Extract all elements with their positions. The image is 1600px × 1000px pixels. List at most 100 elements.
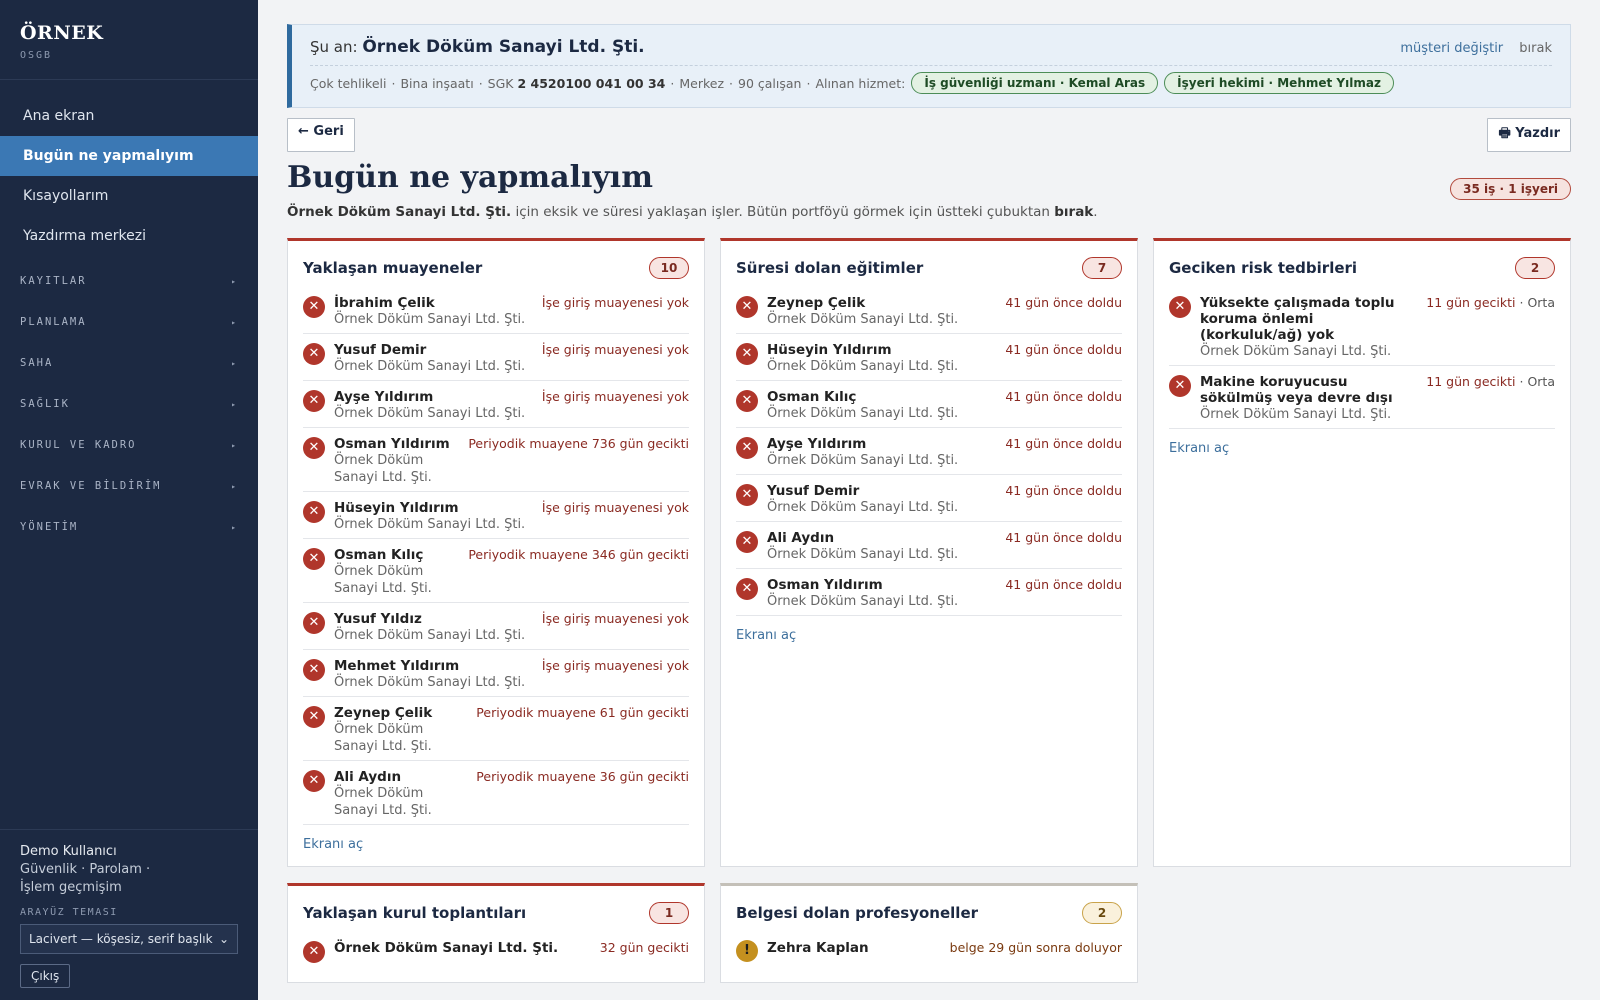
- cards-grid-second: Yaklaşan kurul toplantıları 1 ✕ Örnek Dök…: [287, 883, 1571, 983]
- item-status: İşe giriş muayenesi yok: [541, 611, 689, 626]
- nav-group-documents[interactable]: EVRAK VE BİLDİRİM ▸: [0, 466, 258, 507]
- list-item[interactable]: ✕ Makine koruyucusu sökülmüş veya devre d…: [1169, 366, 1555, 429]
- card-title: Belgesi dolan profesyoneller: [736, 904, 979, 922]
- change-customer-link[interactable]: müşteri değiştir: [1400, 41, 1503, 56]
- item-company: Örnek Döküm Sanayi Ltd. Şti.: [334, 628, 526, 643]
- list-item[interactable]: ✕ Yusuf Demir Örnek Döküm Sanayi Ltd. Şti.…: [303, 334, 689, 381]
- close-circle-icon: ✕: [303, 706, 325, 728]
- close-circle-icon: ✕: [303, 437, 325, 459]
- close-circle-icon: ✕: [736, 484, 758, 506]
- item-name: Mehmet Yıldırım: [334, 658, 460, 674]
- card-meetings: Yaklaşan kurul toplantıları 1 ✕ Örnek Dök…: [287, 883, 705, 983]
- nav-group-board[interactable]: KURUL VE KADRO ▸: [0, 425, 258, 466]
- chevron-right-icon: ▸: [231, 359, 238, 368]
- item-name: Zehra Kaplan: [767, 940, 869, 956]
- item-company: Örnek Döküm Sanayi Ltd. Şti.: [1200, 407, 1392, 422]
- nav-group-admin[interactable]: YÖNETİM ▸: [0, 507, 258, 548]
- item-company: Örnek Döküm Sanayi Ltd. Şti.: [334, 786, 432, 818]
- item-status: İşe giriş muayenesi yok: [541, 389, 689, 404]
- item-company: Örnek Döküm Sanayi Ltd. Şti.: [1200, 344, 1392, 359]
- close-circle-icon: ✕: [736, 531, 758, 553]
- card-count: 2: [1515, 257, 1555, 279]
- item-status: 41 gün önce doldu: [1005, 389, 1122, 404]
- chevron-right-icon: ▸: [231, 482, 238, 491]
- close-circle-icon: ✕: [303, 612, 325, 634]
- sidebar-footer: Demo Kullanıcı Güvenlik · Parolam · İşle…: [0, 829, 258, 1000]
- close-circle-icon: ✕: [303, 296, 325, 318]
- item-name: Örnek Döküm Sanayi Ltd. Şti.: [334, 940, 559, 956]
- open-screen-link[interactable]: Ekranı aç: [736, 628, 796, 643]
- card-count: 2: [1082, 902, 1122, 924]
- nav-group-field[interactable]: SAHA ▸: [0, 343, 258, 384]
- nav-group-planning[interactable]: PLANLAMA ▸: [0, 302, 258, 343]
- card-title: Yaklaşan kurul toplantıları: [303, 904, 527, 922]
- list-item[interactable]: ✕ Zeynep Çelik Örnek Döküm Sanayi Ltd. Şti…: [303, 697, 689, 761]
- history-link[interactable]: İşlem geçmişim: [20, 880, 122, 895]
- list-item[interactable]: ✕ Hüseyin Yıldırım Örnek Döküm Sanayi Ltd.…: [736, 334, 1122, 381]
- back-button[interactable]: ← Geri: [287, 118, 355, 152]
- subtitle-end: .: [1093, 204, 1098, 220]
- close-circle-icon: ✕: [736, 390, 758, 412]
- subtitle-text: için eksik ve süresi yaklaşan işler. Büt…: [511, 204, 1055, 220]
- nav-groups: KAYITLAR ▸ PLANLAMA ▸ SAHA ▸ SAĞLIK ▸ KURUL …: [0, 261, 258, 548]
- list-item[interactable]: ✕ Mehmet Yıldırım Örnek Döküm Sanayi Ltd. …: [303, 650, 689, 697]
- list-item[interactable]: ✕ Zeynep Çelik Örnek Döküm Sanayi Ltd. Şti…: [736, 287, 1122, 334]
- list-item[interactable]: ! Zehra Kaplan belge 29 gün sonra doluyor: [736, 932, 1122, 967]
- item-name: Osman Kılıç: [767, 389, 857, 405]
- user-name: Demo Kullanıcı: [20, 844, 117, 859]
- item-status: 41 gün önce doldu: [1005, 530, 1122, 545]
- open-screen-link[interactable]: Ekranı aç: [303, 837, 363, 852]
- list-item[interactable]: ✕ Ali Aydın Örnek Döküm Sanayi Ltd. Şti. Pe…: [303, 761, 689, 825]
- item-status: İşe giriş muayenesi yok: [541, 500, 689, 515]
- list-item[interactable]: ✕ Hüseyin Yıldırım Örnek Döküm Sanayi Ltd.…: [303, 492, 689, 539]
- item-name: Yusuf Demir: [767, 483, 860, 499]
- close-circle-icon: ✕: [736, 296, 758, 318]
- main-content: Şu an: Örnek Döküm Sanayi Ltd. Şti. müşt…: [287, 24, 1571, 983]
- nav-item-home[interactable]: Ana ekran: [0, 96, 258, 136]
- list-item[interactable]: ✕ Yusuf Demir Örnek Döküm Sanayi Ltd. Şti.…: [736, 475, 1122, 522]
- chevron-right-icon: ▸: [231, 441, 238, 450]
- close-circle-icon: ✕: [303, 548, 325, 570]
- list-item[interactable]: ✕ Osman Yıldırım Örnek Döküm Sanayi Ltd. Ş…: [303, 428, 689, 492]
- item-status: Periyodik muayene 346 gün gecikti: [468, 547, 689, 562]
- leave-link[interactable]: bırak: [1519, 41, 1552, 56]
- print-button[interactable]: 🖶 Yazdır: [1487, 118, 1571, 152]
- logout-button[interactable]: Çıkış: [20, 964, 71, 988]
- nav-group-label: SAHA: [20, 357, 54, 369]
- item-status: belge 29 gün sonra doluyor: [949, 940, 1122, 955]
- list-item[interactable]: ✕ İbrahim Çelik Örnek Döküm Sanayi Ltd. Şt…: [303, 287, 689, 334]
- service-label: Alınan hizmet:: [815, 75, 906, 91]
- list-item[interactable]: ✕ Osman Kılıç Örnek Döküm Sanayi Ltd. Şti.…: [736, 381, 1122, 428]
- nav-item-shortcuts[interactable]: Kısayollarım: [0, 176, 258, 216]
- close-circle-icon: ✕: [303, 501, 325, 523]
- close-circle-icon: ✕: [736, 578, 758, 600]
- theme-select[interactable]: Lacivert — köşesiz, serif başlık ⌄: [20, 924, 238, 954]
- list-item[interactable]: ✕ Örnek Döküm Sanayi Ltd. Şti. 32 gün geci…: [303, 932, 689, 968]
- item-status: İşe giriş muayenesi yok: [541, 342, 689, 357]
- list-item[interactable]: ✕ Ali Aydın Örnek Döküm Sanayi Ltd. Şti. 41…: [736, 522, 1122, 569]
- nav-group-records[interactable]: KAYITLAR ▸: [0, 261, 258, 302]
- nav-item-today[interactable]: Bugün ne yapmalıyım: [0, 136, 258, 176]
- item-name: Zeynep Çelik: [334, 705, 433, 721]
- nav-group-health[interactable]: SAĞLIK ▸: [0, 384, 258, 425]
- main-nav: Ana ekran Bugün ne yapmalıyım Kısayollar…: [0, 96, 258, 256]
- close-circle-icon: ✕: [303, 343, 325, 365]
- list-item[interactable]: ✕ Osman Yıldırım Örnek Döküm Sanayi Ltd. Ş…: [736, 569, 1122, 616]
- item-company: Örnek Döküm Sanayi Ltd. Şti.: [767, 312, 959, 327]
- nav-item-print-center[interactable]: Yazdırma merkezi: [0, 216, 258, 256]
- card-count: 7: [1082, 257, 1122, 279]
- password-link[interactable]: Parolam: [89, 862, 141, 877]
- list-item[interactable]: ✕ Ayşe Yıldırım Örnek Döküm Sanayi Ltd. Şt…: [303, 381, 689, 428]
- nav-group-label: YÖNETİM: [20, 521, 79, 533]
- list-item[interactable]: ✕ Yüksekte çalışmada toplu koruma önlemi …: [1169, 287, 1555, 366]
- item-name: Ali Aydın: [767, 530, 835, 546]
- list-item[interactable]: ✕ Osman Kılıç Örnek Döküm Sanayi Ltd. Şti.…: [303, 539, 689, 603]
- nav-group-label: EVRAK VE BİLDİRİM: [20, 480, 162, 492]
- security-link[interactable]: Güvenlik: [20, 862, 77, 877]
- list-item[interactable]: ✕ Yusuf Yıldız Örnek Döküm Sanayi Ltd. Şti…: [303, 603, 689, 650]
- theme-select-value: Lacivert — köşesiz, serif başlık: [29, 932, 213, 946]
- list-item[interactable]: ✕ Ayşe Yıldırım Örnek Döküm Sanayi Ltd. Şt…: [736, 428, 1122, 475]
- open-screen-link[interactable]: Ekranı aç: [1169, 441, 1229, 456]
- close-circle-icon: ✕: [1169, 375, 1191, 397]
- user-links: Güvenlik · Parolam · İşlem geçmişim: [20, 862, 151, 895]
